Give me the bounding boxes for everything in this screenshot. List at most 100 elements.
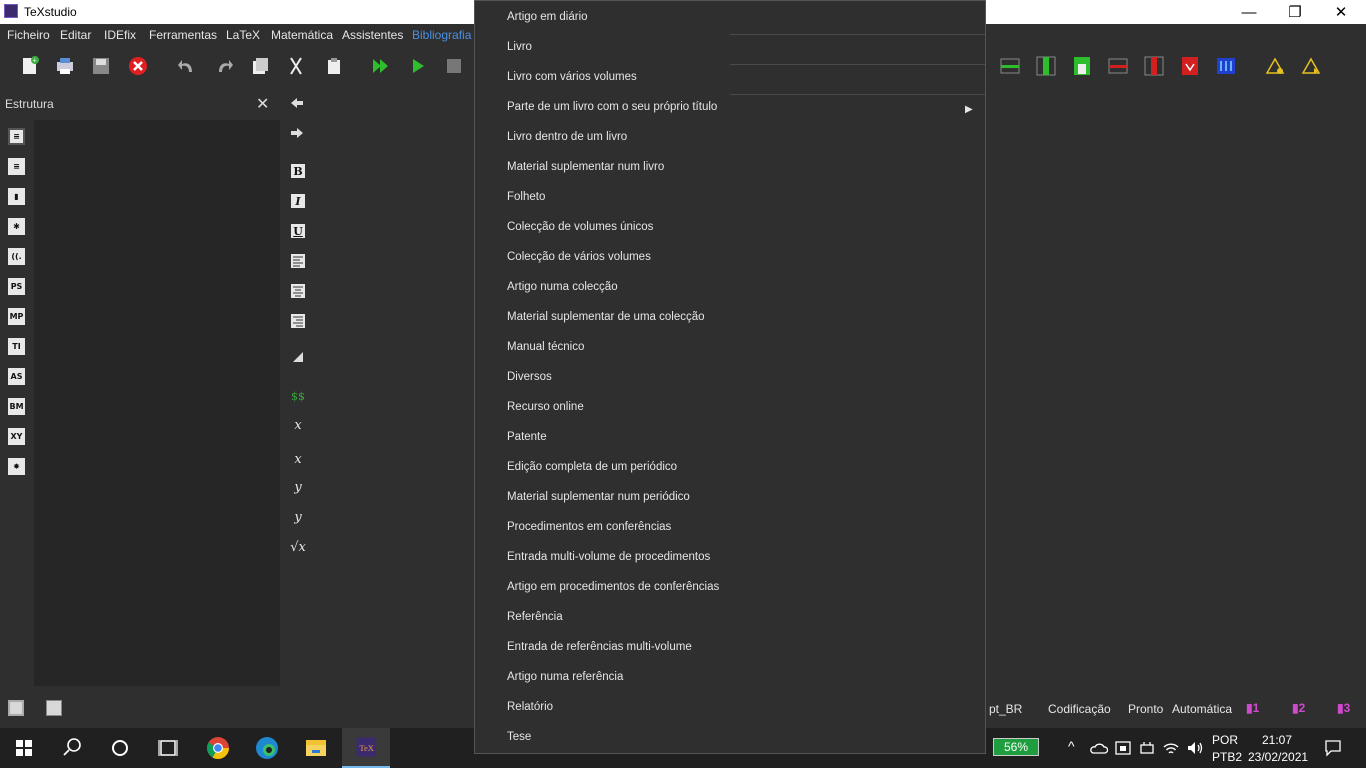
table-add-row-icon[interactable]	[1000, 56, 1020, 76]
menu-assistentes[interactable]: Assistentes	[342, 28, 403, 42]
menu-item-9[interactable]: Artigo numa colecção	[507, 281, 618, 293]
menu-item-4[interactable]: Livro dentro de um livro	[507, 131, 627, 143]
menu-latex[interactable]: LaTeX	[226, 28, 260, 42]
keyboard-layout[interactable]: PTB2	[1212, 750, 1242, 764]
menu-item-0[interactable]: Artigo em diário	[507, 11, 588, 23]
bookmarks-view-icon[interactable]: ≡	[8, 158, 25, 175]
menu-item-22[interactable]: Artigo numa referência	[507, 671, 623, 683]
align-left-icon[interactable]	[291, 254, 305, 268]
volume-icon[interactable]	[1186, 739, 1204, 757]
compile-icon[interactable]	[408, 56, 428, 76]
search-icon[interactable]	[48, 728, 96, 768]
italic-icon[interactable]: I	[291, 194, 305, 208]
power-icon[interactable]	[1138, 739, 1156, 757]
menu-item-20[interactable]: Referência	[507, 611, 563, 623]
menu-item-21[interactable]: Entrada de referências multi-volume	[507, 641, 692, 653]
wifi-icon[interactable]	[1162, 739, 1180, 757]
clock-time[interactable]: 21:07	[1262, 733, 1292, 747]
table-remove-row-icon[interactable]	[1108, 56, 1128, 76]
close-button[interactable]: ✕	[1318, 0, 1364, 24]
menu-editar[interactable]: Editar	[60, 28, 91, 42]
cortana-icon[interactable]	[96, 728, 144, 768]
file-explorer-icon[interactable]	[292, 728, 340, 768]
show-hidden-icons-icon[interactable]: ^	[1068, 738, 1075, 754]
menu-item-11[interactable]: Manual técnico	[507, 341, 584, 353]
clock-date[interactable]: 23/02/2021	[1248, 750, 1308, 764]
subscript-icon[interactable]: x	[289, 416, 307, 434]
menu-item-6[interactable]: Folheto	[507, 191, 545, 203]
menu-item-8[interactable]: Colecção de vários volumes	[507, 251, 651, 263]
menu-item-23[interactable]: Relatório	[507, 701, 553, 713]
menu-item-24[interactable]: Tese	[507, 731, 531, 743]
menu-ficheiro[interactable]: Ficheiro	[7, 28, 50, 42]
menu-item-2[interactable]: Livro com vários volumes	[507, 71, 637, 83]
inline-math-icon[interactable]: $$	[289, 387, 307, 405]
align-center-icon[interactable]	[291, 284, 305, 298]
spellcheck-language[interactable]: pt_BR	[989, 702, 1022, 716]
security-icon[interactable]	[1114, 739, 1132, 757]
square-root-icon[interactable]: √x	[289, 538, 307, 556]
warning-next-icon[interactable]	[1301, 56, 1321, 76]
menu-bibliografia[interactable]: Bibliografia	[412, 28, 471, 42]
redo-icon[interactable]	[214, 56, 234, 76]
menu-item-18[interactable]: Entrada multi-volume de procedimentos	[507, 551, 710, 563]
menu-ferramentas[interactable]: Ferramentas	[149, 28, 217, 42]
menu-idefix[interactable]: IDEfix	[104, 28, 136, 42]
minimize-button[interactable]: —	[1226, 0, 1272, 24]
menu-matematica[interactable]: Matemática	[271, 28, 333, 42]
tikz-icon[interactable]: TI	[8, 338, 25, 355]
beamer-icon[interactable]: BM	[8, 398, 25, 415]
bookmark-2-icon[interactable]: ▮2	[1292, 701, 1305, 715]
new-file-icon[interactable]: +	[20, 56, 40, 76]
onedrive-icon[interactable]	[1090, 740, 1108, 756]
chrome-icon[interactable]	[194, 728, 242, 768]
brackets-icon[interactable]: ((.	[8, 248, 25, 265]
task-view-icon[interactable]	[144, 728, 192, 768]
encoding-selector[interactable]: Codificação	[1048, 702, 1111, 716]
menu-item-17[interactable]: Procedimentos em conferências	[507, 521, 671, 533]
side-panel-toggle-icon[interactable]	[8, 700, 24, 716]
battery-indicator[interactable]: 56%	[993, 738, 1039, 756]
arrow-right-icon[interactable]	[290, 126, 304, 140]
table-cell-icon[interactable]	[1072, 56, 1092, 76]
restore-button[interactable]: ❐	[1272, 0, 1318, 24]
table-align-icon[interactable]	[1216, 56, 1236, 76]
close-document-icon[interactable]	[128, 56, 148, 76]
bold-icon[interactable]: B	[291, 164, 305, 178]
menu-item-5[interactable]: Material suplementar num livro	[507, 161, 664, 173]
menu-item-19[interactable]: Artigo em procedimentos de conferências	[507, 581, 719, 593]
pstricks-icon[interactable]: PS	[8, 278, 25, 295]
paste-icon[interactable]	[324, 56, 344, 76]
resize-icon[interactable]	[291, 350, 305, 364]
metapost-icon[interactable]: MP	[8, 308, 25, 325]
build-view-icon[interactable]	[371, 56, 391, 76]
bookmark-3-icon[interactable]: ▮3	[1337, 701, 1350, 715]
align-right-icon[interactable]	[291, 314, 305, 328]
menu-item-12[interactable]: Diversos	[507, 371, 552, 383]
display-fraction-icon[interactable]: y	[289, 508, 307, 526]
save-icon[interactable]	[91, 56, 111, 76]
structure-view-icon[interactable]: ≡	[8, 128, 25, 145]
table-add-column-icon[interactable]	[1036, 56, 1056, 76]
cut-icon[interactable]	[286, 56, 306, 76]
edge-icon[interactable]	[243, 728, 291, 768]
superscript-icon[interactable]: x	[289, 450, 307, 468]
menu-item-7[interactable]: Colecção de volumes únicos	[507, 221, 653, 233]
structure-tree[interactable]	[34, 120, 280, 686]
menu-item-3[interactable]: Parte de um livro com o seu próprio títu…	[507, 101, 717, 113]
bookmark-icon[interactable]: ▮	[8, 188, 25, 205]
copy-icon[interactable]	[250, 56, 270, 76]
keyboard-language[interactable]: POR	[1212, 733, 1238, 747]
fraction-icon[interactable]: y	[289, 478, 307, 496]
print-icon[interactable]	[55, 56, 75, 76]
menu-item-13[interactable]: Recurso online	[507, 401, 584, 413]
table-remove-column-icon[interactable]	[1144, 56, 1164, 76]
stop-icon[interactable]	[444, 56, 464, 76]
bookmark-1-icon[interactable]: ▮1	[1246, 701, 1259, 715]
mode-selector[interactable]: Automática	[1172, 702, 1232, 716]
close-structure-panel-icon[interactable]: ✕	[256, 94, 269, 114]
texstudio-taskbar-icon[interactable]: TeX	[342, 728, 390, 768]
notifications-icon[interactable]	[1324, 739, 1342, 757]
undo-icon[interactable]	[177, 56, 197, 76]
windows-start-icon[interactable]	[0, 728, 48, 768]
